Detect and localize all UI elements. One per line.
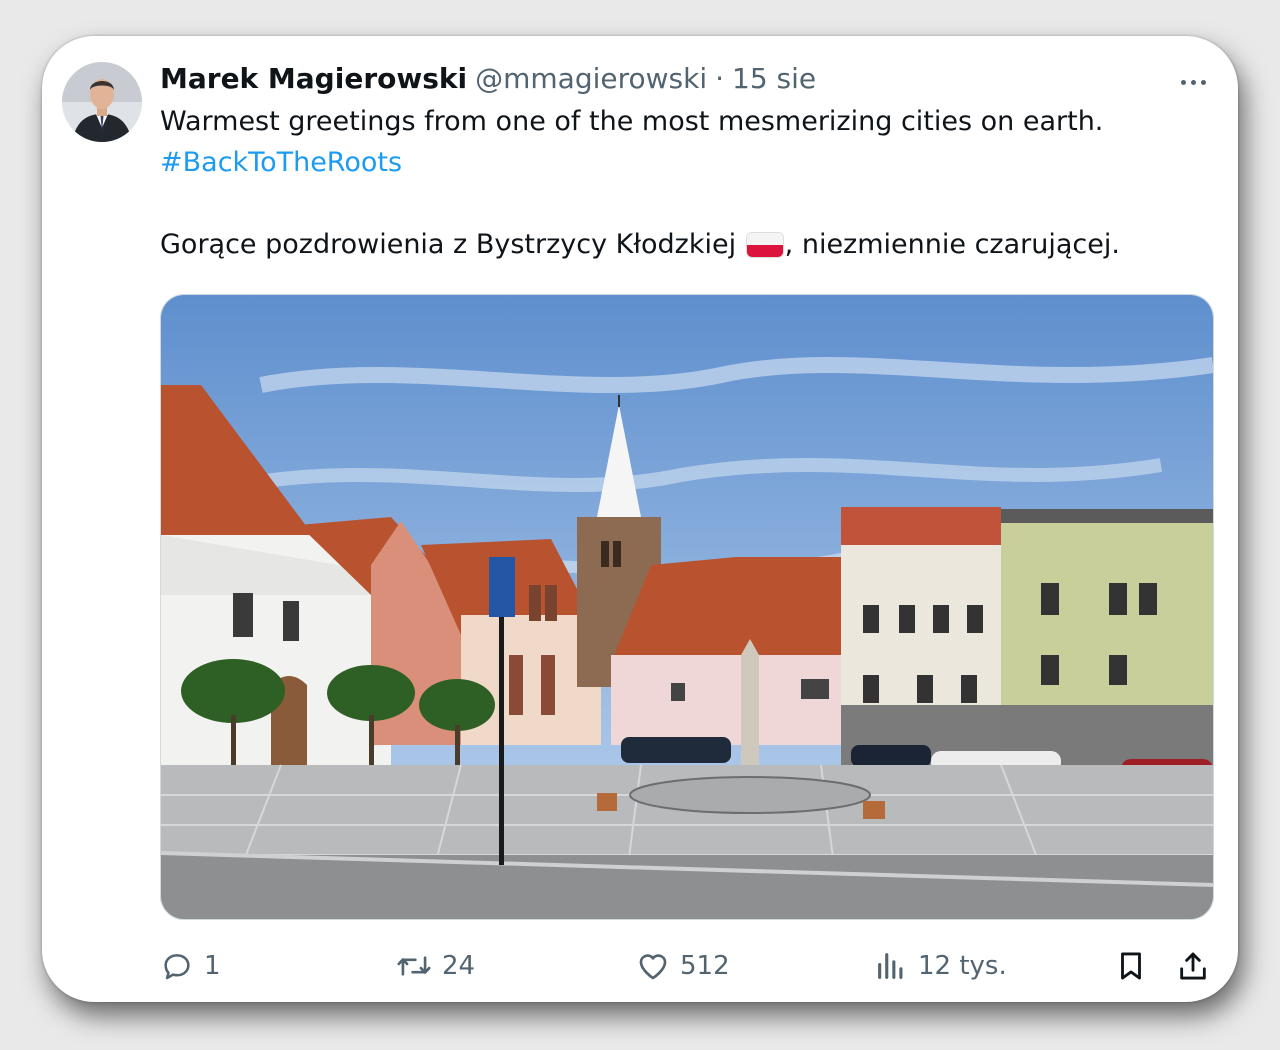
share-button[interactable] [1176,946,1210,986]
heart-icon [639,954,667,980]
views-count: 12 tys. [918,951,1007,981]
avatar[interactable] [62,62,142,142]
views-button[interactable]: 12 tys. [874,946,1007,986]
tweet-text-line-2: Gorące pozdrowienia z Bystrzycy Kłodzkie… [160,229,1120,260]
tweet-text-line-1: Warmest greetings from one of the most m… [160,106,1104,137]
poland-flag-icon [746,233,783,257]
tweet-header: Marek Magierowski @mmagierowski · 15 sie [160,62,816,102]
tweet-text-polish-part-2: , niezmiennie czarującej. [784,229,1120,260]
reply-icon [164,954,190,980]
bookmark-icon [1121,952,1141,980]
separator-dot: · [715,62,725,95]
more-options-button[interactable] [1170,64,1216,100]
retweet-count: 24 [442,951,476,981]
bookmark-button[interactable] [1114,946,1148,986]
town-square-image [161,295,1213,919]
tweet-photo[interactable] [160,294,1214,920]
reply-count: 1 [204,951,221,981]
more-horizontal-icon [1180,79,1186,85]
tweet-date[interactable]: 15 sie [732,62,816,95]
avatar-photo [62,62,142,142]
hashtag-link[interactable]: #BackToTheRoots [160,147,402,178]
retweet-button[interactable]: 24 [396,946,475,986]
retweet-icon [397,956,431,976]
tweet-text-polish-part-1: Gorące pozdrowienia z Bystrzycy Kłodzkie… [160,229,745,260]
reply-button[interactable]: 1 [160,946,221,986]
analytics-icon [878,953,903,979]
like-count: 512 [680,951,730,981]
share-icon [1180,952,1206,980]
like-button[interactable]: 512 [636,946,730,986]
author-name[interactable]: Marek Magierowski [160,62,467,95]
author-handle[interactable]: @mmagierowski [475,62,707,95]
